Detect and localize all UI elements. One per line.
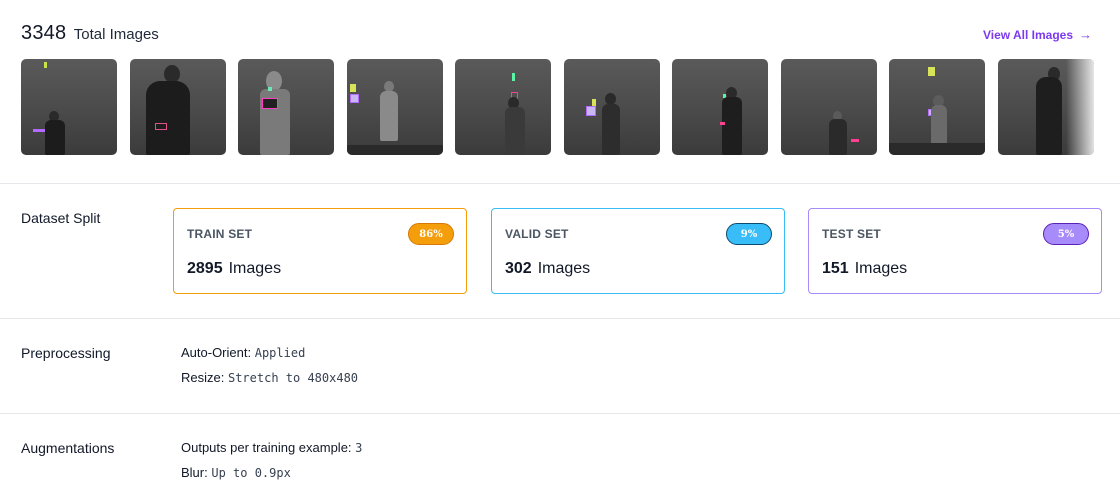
augmentation-value: Up to 0.9px [211, 466, 291, 480]
augmentation-item: Blur: Up to 0.9px [181, 465, 291, 480]
valid-image-count: 302 [505, 260, 532, 277]
image-thumbnail[interactable] [346, 59, 443, 155]
total-image-label: Total Images [73, 26, 159, 43]
augmentations-label: Augmentations [21, 440, 115, 456]
image-thumbnail[interactable] [238, 59, 334, 155]
test-image-unit: Images [854, 260, 908, 277]
valid-set-card[interactable]: VALID SET 9% 302 Images [491, 208, 785, 294]
images-header: 3348 Total Images View All Images → [21, 22, 1092, 50]
image-thumbnail[interactable] [672, 59, 768, 155]
valid-set-title: VALID SET [505, 227, 569, 241]
preprocessing-item: Auto-Orient: Applied [181, 345, 305, 360]
test-set-title: TEST SET [822, 227, 881, 241]
train-set-card[interactable]: TRAIN SET 86% 2895 Images [173, 208, 467, 294]
valid-image-unit: Images [537, 260, 591, 277]
image-thumbnail[interactable] [889, 59, 985, 155]
preprocessing-value: Stretch to 480x480 [227, 371, 359, 385]
train-set-title: TRAIN SET [187, 227, 253, 241]
train-image-unit: Images [228, 260, 282, 277]
preprocessing-key: Resize: [181, 370, 225, 385]
valid-count-line: 302 Images [505, 260, 590, 278]
image-thumbnail-strip [21, 59, 1094, 155]
total-image-count: 3348 [21, 22, 67, 44]
section-divider [0, 318, 1120, 319]
image-thumbnail[interactable] [780, 59, 877, 155]
augmentation-item: Outputs per training example: 3 [181, 440, 362, 455]
test-set-card[interactable]: TEST SET 5% 151 Images [808, 208, 1102, 294]
preprocessing-item: Resize: Stretch to 480x480 [181, 370, 358, 385]
test-image-count: 151 [822, 260, 849, 277]
section-divider [0, 413, 1120, 414]
test-count-line: 151 Images [822, 260, 907, 278]
train-count-line: 2895 Images [187, 260, 281, 278]
train-image-count: 2895 [187, 260, 223, 277]
image-thumbnail[interactable] [563, 59, 660, 155]
test-percent-badge: 5% [1043, 223, 1089, 245]
augmentation-value: 3 [355, 441, 363, 455]
preprocessing-label: Preprocessing [21, 345, 111, 361]
dataset-split-label: Dataset Split [21, 210, 101, 226]
section-divider [0, 183, 1120, 184]
view-all-images-label: View All Images [982, 27, 1073, 42]
preprocessing-key: Auto-Orient: [181, 345, 252, 360]
view-all-images-link[interactable]: View All Images → [983, 27, 1092, 42]
image-thumbnail[interactable] [21, 59, 117, 155]
augmentation-key: Blur: [181, 465, 208, 480]
valid-percent-badge: 9% [726, 223, 772, 245]
image-thumbnail[interactable] [997, 59, 1094, 155]
image-thumbnail[interactable] [455, 59, 551, 155]
image-thumbnail[interactable] [129, 59, 226, 155]
augmentation-key: Outputs per training example: [181, 440, 352, 455]
preprocessing-value: Applied [254, 346, 306, 360]
train-percent-badge: 86% [408, 223, 454, 245]
arrow-right-icon: → [1079, 27, 1092, 42]
